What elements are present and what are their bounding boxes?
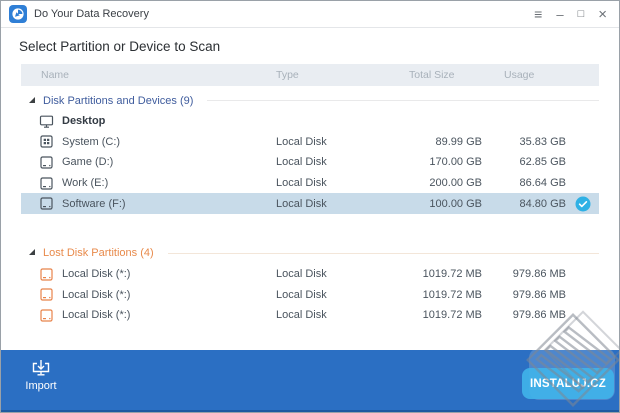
disk-icon xyxy=(39,287,54,302)
watermark-label: INSTALUJ.CZ xyxy=(529,377,607,390)
partition-name: Local Disk (*:) xyxy=(62,268,131,281)
menu-icon[interactable]: ≡ xyxy=(534,7,542,21)
partition-type: Local Disk xyxy=(276,197,327,210)
partition-usage: 62.85 GB xyxy=(519,156,566,169)
partition-type: Local Disk xyxy=(276,177,327,190)
partition-type: Local Disk xyxy=(276,135,327,148)
group-header[interactable]: Disk Partitions and Devices (9) xyxy=(21,90,599,111)
close-icon[interactable]: × xyxy=(598,7,607,22)
partition-row[interactable]: Local Disk (*:) Local Disk 1019.72 MB 97… xyxy=(21,285,599,306)
column-header-usage: Usage xyxy=(504,69,535,81)
import-label: Import xyxy=(25,380,57,392)
partition-total-size: 1019.72 MB xyxy=(422,309,482,322)
system-disk-icon xyxy=(39,134,54,149)
partition-total-size: 170.00 GB xyxy=(429,156,482,169)
partition-total-size: 89.99 GB xyxy=(435,135,482,148)
partition-row[interactable]: System (C:) Local Disk 89.99 GB 35.83 GB xyxy=(21,132,599,153)
partition-total-size: 1019.72 MB xyxy=(422,268,482,281)
disk-icon xyxy=(39,176,54,191)
partition-group: Lost Disk Partitions (4) Local Disk (*:)… xyxy=(21,243,599,326)
disk-icon xyxy=(39,155,54,170)
disk-icon xyxy=(39,267,54,282)
partition-row[interactable]: Local Disk (*:) Local Disk 1019.72 MB 97… xyxy=(21,264,599,285)
disk-icon xyxy=(39,308,54,323)
window-title: Do Your Data Recovery xyxy=(34,8,149,20)
window-controls: ≡ – □ × xyxy=(534,7,607,22)
minimize-icon[interactable]: – xyxy=(556,8,563,21)
collapse-triangle-icon xyxy=(29,96,35,103)
partition-total-size: 100.00 GB xyxy=(429,197,482,210)
partition-type: Local Disk xyxy=(276,288,327,301)
partition-total-size: 200.00 GB xyxy=(429,177,482,190)
disk-icon xyxy=(39,196,54,211)
watermark-badge: INSTALUJ.CZ xyxy=(522,368,614,399)
partition-group: Disk Partitions and Devices (9) Desktop … xyxy=(21,90,599,214)
page-title: Select Partition or Device to Scan xyxy=(19,39,221,54)
partition-name: Local Disk (*:) xyxy=(62,309,131,322)
group-header[interactable]: Lost Disk Partitions (4) xyxy=(21,243,599,264)
partition-table: Name Type Total Size Usage Disk Partitio… xyxy=(21,64,599,326)
import-button[interactable]: Import xyxy=(15,359,67,392)
partition-type: Local Disk xyxy=(276,156,327,169)
partition-usage: 979.86 MB xyxy=(512,309,566,322)
partition-row[interactable]: Local Disk (*:) Local Disk 1019.72 MB 97… xyxy=(21,305,599,326)
column-header-total: Total Size xyxy=(409,69,455,81)
partition-row[interactable]: Game (D:) Local Disk 170.00 GB 62.85 GB xyxy=(21,152,599,173)
divider-line xyxy=(207,100,599,101)
partition-total-size: 1019.72 MB xyxy=(422,288,482,301)
partition-row[interactable]: Work (E:) Local Disk 200.00 GB 86.64 GB xyxy=(21,173,599,194)
partition-usage: 979.86 MB xyxy=(512,268,566,281)
titlebar: Do Your Data Recovery ≡ – □ × xyxy=(1,1,619,28)
partition-name: Local Disk (*:) xyxy=(62,288,131,301)
partition-type: Local Disk xyxy=(276,309,327,322)
partition-row[interactable]: Desktop xyxy=(21,111,599,132)
partition-name: Desktop xyxy=(62,115,106,128)
partition-type: Local Disk xyxy=(276,268,327,281)
partition-usage: 979.86 MB xyxy=(512,288,566,301)
group-label: Lost Disk Partitions (4) xyxy=(43,247,154,260)
partition-usage: 84.80 GB xyxy=(519,197,566,210)
partition-name: Game (D:) xyxy=(62,156,114,169)
partition-name: Software (F:) xyxy=(62,197,126,210)
import-icon xyxy=(15,359,67,377)
partition-usage: 35.83 GB xyxy=(519,135,566,148)
app-logo-icon xyxy=(9,5,27,23)
app-window: Do Your Data Recovery ≡ – □ × Select Par… xyxy=(0,0,620,413)
column-header-type: Type xyxy=(276,69,299,81)
maximize-icon[interactable]: □ xyxy=(578,8,585,20)
partition-name: System (C:) xyxy=(62,135,121,148)
partition-row[interactable]: Software (F:) Local Disk 100.00 GB 84.80… xyxy=(21,193,599,214)
table-header: Name Type Total Size Usage xyxy=(21,64,599,86)
column-header-name: Name xyxy=(41,69,70,81)
selected-check-icon xyxy=(575,196,591,212)
collapse-triangle-icon xyxy=(29,249,35,256)
partition-name: Work (E:) xyxy=(62,177,109,190)
divider-line xyxy=(167,252,599,254)
monitor-icon xyxy=(39,114,54,129)
partition-usage: 86.64 GB xyxy=(519,177,566,190)
group-label: Disk Partitions and Devices (9) xyxy=(43,94,194,107)
